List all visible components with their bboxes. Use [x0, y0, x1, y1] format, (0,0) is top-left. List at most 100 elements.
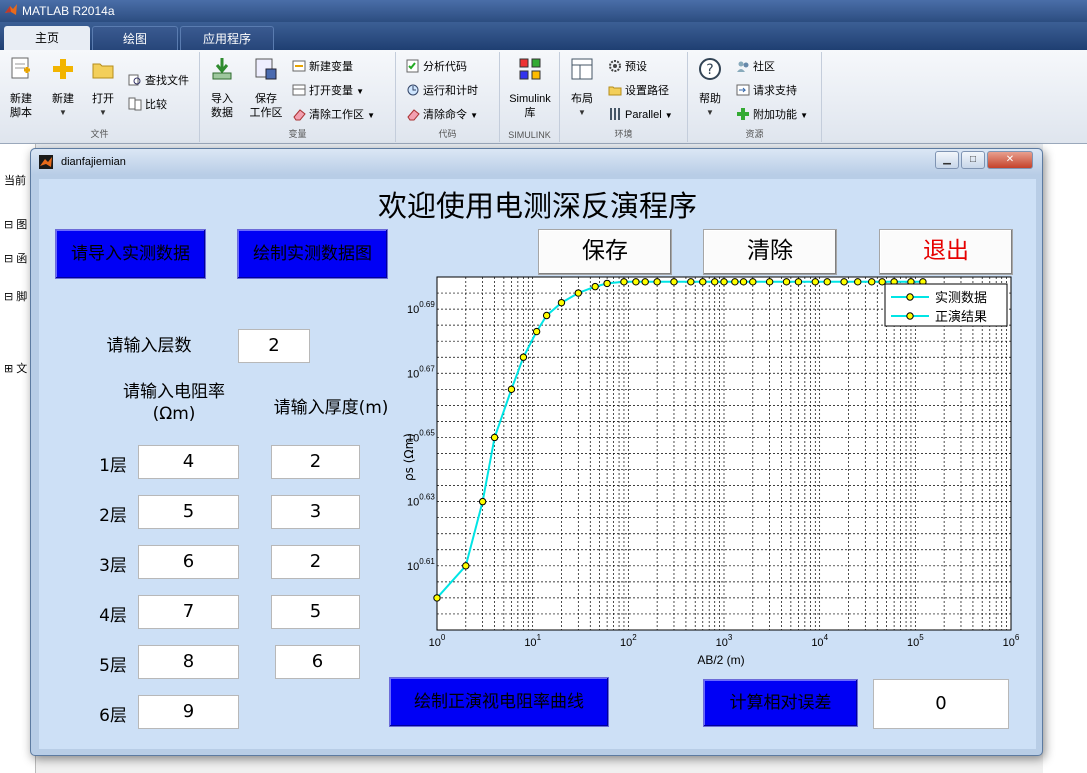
tab-home[interactable]: 主页	[4, 26, 90, 50]
layers-input[interactable]: 2	[238, 329, 310, 363]
x-tick-label: 106	[1003, 633, 1020, 649]
panel-item-label: 文	[16, 363, 28, 375]
panel-item[interactable]: ⊟ 图	[4, 216, 27, 232]
x-axis-label: AB/2 (m)	[697, 653, 744, 667]
community-label: 社区	[753, 61, 775, 73]
resistivity-input-4[interactable]: 7	[138, 595, 239, 629]
simulink-library-button[interactable]: Simulink 库	[504, 56, 556, 120]
app-heading: 欢迎使用电测深反演程序	[377, 189, 697, 223]
resistivity-input-5[interactable]: 8	[138, 645, 239, 679]
thickness-label: 请输入厚度(m)	[273, 398, 389, 418]
x-tick-label: 104	[811, 633, 828, 649]
y-tick-label: 100.69	[407, 300, 435, 316]
resistivity-input-6[interactable]: 9	[138, 695, 239, 729]
figure-title: dianfajiemian	[61, 156, 126, 168]
panel-item[interactable]: ⊟ 脚	[4, 288, 27, 304]
help-button[interactable]: ? 帮助 ▼	[694, 56, 726, 120]
panel-item[interactable]: ⊞ 文	[4, 360, 27, 376]
clear-workspace-button[interactable]: 清除工作区 ▼	[292, 106, 375, 124]
chevron-down-icon: ▼	[59, 108, 67, 117]
compare-button[interactable]: 比较	[128, 96, 167, 114]
y-axis-label: ρs (Ωm)	[402, 433, 416, 481]
new-label: 新建	[52, 93, 74, 105]
thickness-input-4[interactable]: 5	[271, 595, 360, 629]
data-point	[765, 278, 774, 286]
data-point	[699, 278, 707, 286]
layer-label: 5层	[99, 656, 127, 676]
plot-forward-curve-button[interactable]: 绘制正演视电阻率曲线	[389, 677, 609, 727]
data-point	[433, 594, 441, 602]
simulink-label: Simulink 库	[509, 93, 551, 119]
group-resources-label: 资源	[745, 129, 764, 139]
new-button[interactable]: 新建 ▼	[46, 56, 80, 120]
x-tick-label: 100	[429, 633, 446, 649]
data-point	[462, 562, 470, 570]
eraser-icon	[407, 109, 420, 121]
ribbon-toolstrip: 新建 脚本 新建 ▼ 打开 ▼ 查找文件 比较 文件 导入 数据 保存 工作区 …	[0, 50, 1087, 144]
request-support-button[interactable]: 请求支持	[736, 82, 797, 100]
matlab-logo-icon	[39, 155, 53, 169]
plot-measured-button[interactable]: 绘制实测数据图	[237, 229, 388, 279]
data-point	[632, 278, 640, 286]
analyze-code-button[interactable]: 分析代码	[406, 58, 467, 76]
matlab-title-bar: MATLAB R2014a	[0, 0, 1087, 22]
thickness-input-3[interactable]: 2	[271, 545, 360, 579]
relative-error-button[interactable]: 计算相对误差	[703, 679, 858, 727]
maximize-button[interactable]: □	[961, 151, 985, 169]
panel-item[interactable]: ⊟ 函	[4, 250, 27, 266]
resistivity-input-2[interactable]: 5	[138, 495, 239, 529]
resistivity-chart[interactable]: 100 101 102 103 104 105 106100.61100.63100.651…	[383, 273, 1020, 691]
data-point	[840, 278, 848, 286]
compare-icon	[128, 97, 142, 111]
data-point	[711, 278, 719, 286]
right-panel	[1043, 144, 1087, 773]
open-button[interactable]: 打开 ▼	[86, 56, 120, 120]
add-ons-button[interactable]: 附加功能 ▼	[736, 106, 808, 124]
open-variable-icon	[292, 84, 306, 96]
import-data-button[interactable]: 导入 数据	[204, 56, 240, 120]
run-and-time-button[interactable]: 运行和计时	[406, 82, 478, 100]
figure-title-bar[interactable]: dianfajiemian ▁ □ ✕	[31, 149, 1042, 175]
layout-button[interactable]: 布局 ▼	[566, 56, 598, 120]
close-button[interactable]: ✕	[987, 151, 1033, 169]
resistivity-input-1[interactable]: 4	[138, 445, 239, 479]
group-variable-label: 变量	[288, 129, 307, 139]
legend-label: 正演结果	[935, 309, 987, 325]
y-tick-label: 100.63	[407, 493, 435, 509]
find-files-button[interactable]: 查找文件	[128, 72, 189, 90]
analyze-code-icon	[406, 59, 419, 73]
save-button[interactable]: 保存	[538, 229, 672, 275]
clear-commands-button[interactable]: 清除命令 ▼	[406, 106, 478, 124]
minimize-button[interactable]: ▁	[935, 151, 959, 169]
data-point	[720, 278, 728, 286]
data-point	[670, 278, 678, 286]
help-icon: ?	[699, 58, 721, 80]
folder-icon	[92, 63, 114, 79]
tab-apps[interactable]: 应用程序	[180, 26, 274, 50]
tab-plots[interactable]: 绘图	[92, 26, 178, 50]
clear-button[interactable]: 清除	[703, 229, 837, 275]
set-path-label: 设置路径	[625, 85, 669, 97]
exit-button[interactable]: 退出	[879, 229, 1013, 275]
clear-workspace-label: 清除工作区	[309, 109, 364, 121]
new-variable-button[interactable]: 新建变量	[292, 58, 353, 76]
community-button[interactable]: 社区	[736, 58, 775, 76]
save-workspace-button[interactable]: 保存 工作区	[246, 56, 286, 120]
simulink-icon	[519, 58, 541, 80]
resistivity-input-3[interactable]: 6	[138, 545, 239, 579]
preferences-button[interactable]: 预设	[608, 58, 647, 76]
thickness-input-5[interactable]: 6	[275, 645, 360, 679]
layout-icon	[571, 58, 593, 80]
run-and-time-label: 运行和计时	[423, 85, 478, 97]
open-variable-button[interactable]: 打开变量 ▼	[292, 82, 364, 100]
thickness-input-2[interactable]: 3	[271, 495, 360, 529]
new-script-button[interactable]: 新建 脚本	[4, 56, 38, 120]
preferences-label: 预设	[625, 61, 647, 73]
import-data-button[interactable]: 请导入实测数据	[55, 229, 206, 279]
set-path-button[interactable]: 设置路径	[608, 82, 669, 100]
data-point	[794, 278, 803, 286]
data-point	[868, 278, 876, 286]
parallel-button[interactable]: Parallel ▼	[608, 106, 673, 124]
thickness-input-1[interactable]: 2	[271, 445, 360, 479]
ribbon-tab-bar: 主页 绘图 应用程序	[0, 22, 1087, 50]
